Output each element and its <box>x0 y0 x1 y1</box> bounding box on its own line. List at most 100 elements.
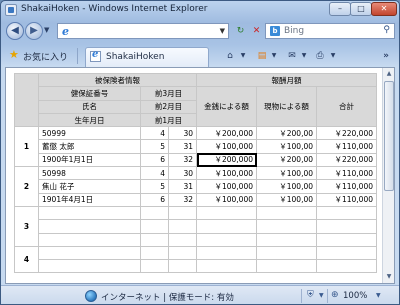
empty-cell[interactable] <box>256 259 317 274</box>
card-number-cell[interactable]: 50998 <box>38 166 141 181</box>
name-cell[interactable]: 焦山 花子 <box>38 179 141 194</box>
recent-pages-dropdown[interactable]: ▼ <box>44 26 49 34</box>
empty-cell[interactable] <box>196 205 257 221</box>
scroll-up-icon[interactable]: ▲ <box>384 69 394 79</box>
cash-cell[interactable]: ￥100,000 <box>196 166 257 181</box>
total-cell[interactable]: ￥110,000 <box>316 166 377 181</box>
cash-cell[interactable]: ￥100,000 <box>196 139 257 154</box>
empty-cell[interactable] <box>140 245 169 261</box>
empty-cell[interactable] <box>316 232 377 247</box>
row-number[interactable]: 1 <box>14 126 39 168</box>
mail-icon[interactable]: ✉ <box>285 49 299 63</box>
mail-dropdown-icon[interactable]: ▼ <box>300 49 308 63</box>
search-box[interactable]: b Bing ⚲ <box>265 23 395 39</box>
empty-cell[interactable] <box>38 245 141 261</box>
empty-cell[interactable] <box>316 245 377 261</box>
cash-cell[interactable]: ￥100,000 <box>196 179 257 194</box>
goods-cell[interactable]: ￥100,00 <box>256 139 317 154</box>
feeds-icon[interactable]: ▤ <box>255 49 269 63</box>
security-zone-icon[interactable]: ⛨ <box>307 290 314 300</box>
cash-cell[interactable]: ￥100,000 <box>196 192 257 207</box>
cash-cell[interactable]: ￥200,000 <box>196 126 257 141</box>
row-number[interactable]: 3 <box>14 205 39 247</box>
refresh-icon[interactable]: ↻ <box>233 24 248 39</box>
empty-cell[interactable] <box>140 232 169 247</box>
empty-cell[interactable] <box>196 245 257 261</box>
tab-shakaihoken[interactable]: ShakaiHoken <box>85 47 209 67</box>
stop-icon[interactable]: ✕ <box>249 24 264 39</box>
total-cell[interactable]: ￥110,000 <box>316 139 377 154</box>
status-zone-text[interactable]: インターネット | 保護モード: 有効 <box>101 291 234 303</box>
zoom-level[interactable]: 100% <box>343 291 367 301</box>
row-number[interactable]: 2 <box>14 166 39 207</box>
more-tools-icon[interactable]: » <box>379 49 393 63</box>
empty-cell[interactable] <box>168 232 197 247</box>
days-cell[interactable]: 31 <box>168 139 197 154</box>
goods-cell[interactable]: ￥100,00 <box>256 192 317 207</box>
scroll-down-icon[interactable]: ▼ <box>384 272 394 282</box>
forward-button[interactable]: ▶ <box>25 22 43 40</box>
name-cell[interactable]: 蓄懲 太郎 <box>38 139 141 154</box>
goods-cell[interactable]: ￥200,00 <box>256 126 317 141</box>
empty-cell[interactable] <box>316 219 377 234</box>
row-number[interactable]: 4 <box>14 245 39 274</box>
empty-cell[interactable] <box>256 232 317 247</box>
minimize-button[interactable]: – <box>329 2 351 16</box>
month-cell[interactable]: 4 <box>140 126 169 141</box>
empty-cell[interactable] <box>140 205 169 221</box>
goods-cell[interactable]: ￥100,00 <box>256 179 317 194</box>
feeds-dropdown-icon[interactable]: ▼ <box>270 49 278 63</box>
empty-cell[interactable] <box>38 219 141 234</box>
favorites-star-icon[interactable]: ★ <box>9 48 19 61</box>
birth-date-cell[interactable]: 1900年1月1日 <box>38 152 141 168</box>
days-cell[interactable]: 32 <box>168 152 197 168</box>
goods-cell[interactable]: ￥200,00 <box>256 152 317 168</box>
month-cell[interactable]: 6 <box>140 192 169 207</box>
back-button[interactable]: ◀ <box>6 22 24 40</box>
home-icon[interactable]: ⌂ <box>223 49 237 63</box>
total-cell[interactable]: ￥220,000 <box>316 152 377 168</box>
selected-cash-cell[interactable]: ￥200,000 <box>196 152 257 168</box>
days-cell[interactable]: 30 <box>168 166 197 181</box>
print-icon[interactable]: ⎙ <box>313 49 327 63</box>
empty-cell[interactable] <box>168 219 197 234</box>
empty-cell[interactable] <box>316 205 377 221</box>
total-cell[interactable]: ￥110,000 <box>316 179 377 194</box>
empty-cell[interactable] <box>38 205 141 221</box>
zone-dropdown-icon[interactable]: ▼ <box>319 292 324 299</box>
empty-cell[interactable] <box>256 205 317 221</box>
month-cell[interactable]: 5 <box>140 139 169 154</box>
address-bar[interactable]: e ▼ <box>57 23 229 39</box>
month-cell[interactable]: 6 <box>140 152 169 168</box>
total-cell[interactable]: ￥220,000 <box>316 126 377 141</box>
address-dropdown-icon[interactable]: ▼ <box>220 27 225 35</box>
empty-cell[interactable] <box>168 259 197 274</box>
days-cell[interactable]: 30 <box>168 126 197 141</box>
empty-cell[interactable] <box>38 232 141 247</box>
search-icon[interactable]: ⚲ <box>383 25 390 35</box>
empty-cell[interactable] <box>140 259 169 274</box>
days-cell[interactable]: 32 <box>168 192 197 207</box>
total-cell[interactable]: ￥110,000 <box>316 192 377 207</box>
month-cell[interactable]: 4 <box>140 166 169 181</box>
empty-cell[interactable] <box>168 205 197 221</box>
empty-cell[interactable] <box>196 232 257 247</box>
zoom-dropdown-icon[interactable]: ▼ <box>376 292 381 299</box>
empty-cell[interactable] <box>140 219 169 234</box>
empty-cell[interactable] <box>38 259 141 274</box>
print-dropdown-icon[interactable]: ▼ <box>329 49 337 63</box>
empty-cell[interactable] <box>256 219 317 234</box>
month-cell[interactable]: 5 <box>140 179 169 194</box>
birth-date-cell[interactable]: 1901年4月1日 <box>38 192 141 207</box>
maximize-button[interactable]: □ <box>350 2 372 16</box>
days-cell[interactable]: 31 <box>168 179 197 194</box>
home-dropdown-icon[interactable]: ▼ <box>239 49 247 63</box>
empty-cell[interactable] <box>256 245 317 261</box>
empty-cell[interactable] <box>316 259 377 274</box>
zoom-icon[interactable]: ⊕ <box>331 290 339 300</box>
favorites-button[interactable]: お気に入り <box>23 50 68 63</box>
empty-cell[interactable] <box>196 219 257 234</box>
goods-cell[interactable]: ￥100,00 <box>256 166 317 181</box>
close-button[interactable]: ✕ <box>371 2 397 16</box>
scroll-thumb[interactable] <box>384 81 394 191</box>
